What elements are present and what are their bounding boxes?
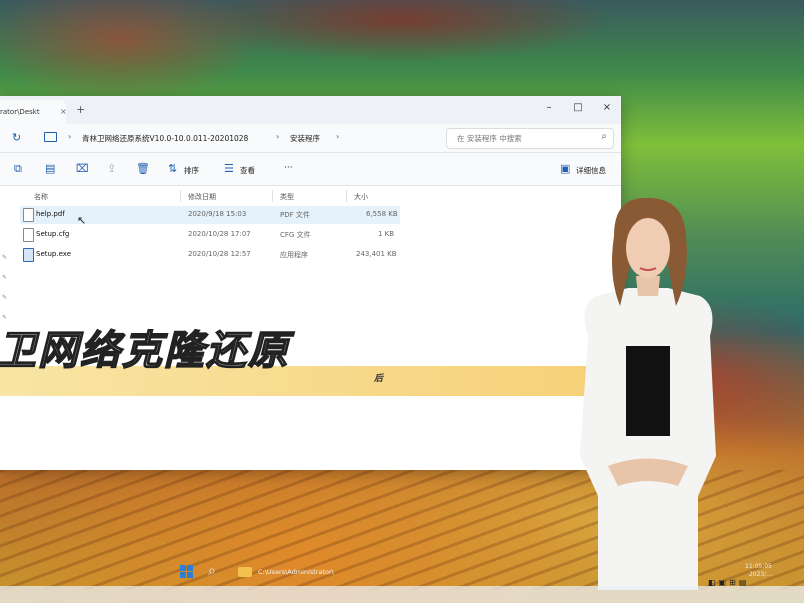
search-icon: ⌕ xyxy=(601,131,607,142)
column-header-type[interactable]: 类型 xyxy=(280,192,294,202)
file-explorer-taskbar-icon[interactable] xyxy=(238,567,252,577)
column-header-size[interactable]: 大小 xyxy=(354,192,368,202)
maximize-button[interactable]: □ xyxy=(570,102,586,113)
cfg-file-icon xyxy=(23,228,34,242)
mouse-cursor-icon: ↖ xyxy=(77,214,87,227)
breadcrumb-item[interactable]: 青林卫网络还原系统V10.0-10.0.011-20201028 xyxy=(82,133,248,144)
this-pc-icon[interactable] xyxy=(44,132,57,142)
file-name: Setup.exe xyxy=(36,250,72,258)
minimize-button[interactable]: – xyxy=(541,102,557,113)
view-button[interactable]: 查看 xyxy=(240,165,255,176)
refresh-icon[interactable]: ↻ xyxy=(12,131,21,144)
tab-close-button[interactable]: × xyxy=(60,100,66,124)
search-placeholder: 在 安装程序 中搜索 xyxy=(457,134,522,143)
file-size: 243,401 KB xyxy=(356,250,397,258)
breadcrumb-item[interactable]: 安装程序 xyxy=(290,133,320,144)
taskbar xyxy=(0,586,804,603)
column-divider[interactable] xyxy=(346,190,347,202)
close-button[interactable]: × xyxy=(599,102,615,113)
title-bar[interactable]: rator\Deskt × + – □ × xyxy=(0,96,621,124)
presenter-image xyxy=(580,197,716,590)
table-row[interactable]: Setup.cfg 2020/10/28 17:07 CFG 文件 1 KB xyxy=(20,226,400,244)
file-type: CFG 文件 xyxy=(280,231,311,239)
column-divider[interactable] xyxy=(180,190,181,202)
breadcrumb-chevron-icon[interactable]: › xyxy=(336,132,339,141)
copy-icon[interactable]: ⧉ xyxy=(14,162,22,176)
clock[interactable]: 11:05:05 2023/... xyxy=(745,563,772,579)
delete-icon[interactable]: 🗑 xyxy=(136,162,150,175)
file-modified: 2020/10/28 12:57 xyxy=(188,250,251,258)
column-header-modified[interactable]: 修改日期 xyxy=(188,192,216,202)
pin-icon[interactable]: ✎ xyxy=(2,294,7,301)
command-bar: ⧉ ▤ ⌧ ⇪ 🗑 ⇅ 排序 ☰ 查看 ··· ▣ 详细信息 xyxy=(0,153,621,186)
column-divider[interactable] xyxy=(272,190,273,202)
file-type: 应用程序 xyxy=(280,251,308,259)
paste-icon[interactable]: ▤ xyxy=(45,162,55,175)
clock-time: 11:05:05 xyxy=(745,563,772,570)
breadcrumb-chevron-icon[interactable]: › xyxy=(68,132,71,141)
details-pane-icon[interactable]: ▣ xyxy=(560,162,570,175)
pin-icon[interactable]: ✎ xyxy=(2,254,7,261)
explorer-tab[interactable]: rator\Deskt × xyxy=(0,100,66,124)
sort-button[interactable]: 排序 xyxy=(184,165,199,176)
taskbar-search-icon[interactable]: ⌕ xyxy=(208,563,216,579)
caption-title: 卫网络克隆还原 xyxy=(0,327,290,375)
search-input[interactable]: 在 安装程序 中搜索 ⌕ xyxy=(446,128,614,149)
file-type: PDF 文件 xyxy=(280,211,310,219)
file-size: 1 KB xyxy=(378,230,395,238)
breadcrumb-chevron-icon[interactable]: › xyxy=(276,132,279,141)
table-row[interactable]: Setup.exe 2020/10/28 12:57 应用程序 243,401 … xyxy=(20,246,400,264)
view-icon[interactable]: ☰ xyxy=(224,162,234,175)
rename-icon[interactable]: ⌧ xyxy=(76,162,89,175)
file-modified: 2020/9/18 15:03 xyxy=(188,210,247,218)
new-tab-button[interactable]: + xyxy=(76,103,85,116)
pdf-file-icon xyxy=(23,208,34,222)
address-row: ↻ › 青林卫网络还原系统V10.0-10.0.011-20201028 › 安… xyxy=(0,124,621,153)
column-header-name[interactable]: 名称 xyxy=(34,192,48,202)
details-button[interactable]: 详细信息 xyxy=(576,165,606,176)
exe-file-icon xyxy=(23,248,34,262)
tray-icons[interactable]: ◧▣⊞▤ xyxy=(708,578,749,587)
windows-start-icon[interactable] xyxy=(180,565,194,579)
share-icon[interactable]: ⇪ xyxy=(107,162,116,175)
caption-subtext: 后 xyxy=(374,374,384,384)
file-name: help.pdf xyxy=(36,210,65,218)
system-tray: 11:05:05 2023/... ◧▣⊞▤ xyxy=(708,562,798,588)
file-modified: 2020/10/28 17:07 xyxy=(188,230,251,238)
more-options-button[interactable]: ··· xyxy=(284,163,293,173)
sort-icon[interactable]: ⇅ xyxy=(168,162,177,175)
file-size: 6,558 KB xyxy=(366,210,398,218)
pin-icon[interactable]: ✎ xyxy=(2,274,7,281)
tab-title: rator\Deskt xyxy=(0,108,40,116)
file-explorer-window[interactable]: rator\Deskt × + – □ × ↻ › 青林卫网络还原系统V10.0… xyxy=(0,96,621,470)
taskbar-window-title[interactable]: C:\Users\Administrator\ xyxy=(258,568,334,576)
file-name: Setup.cfg xyxy=(36,230,70,238)
